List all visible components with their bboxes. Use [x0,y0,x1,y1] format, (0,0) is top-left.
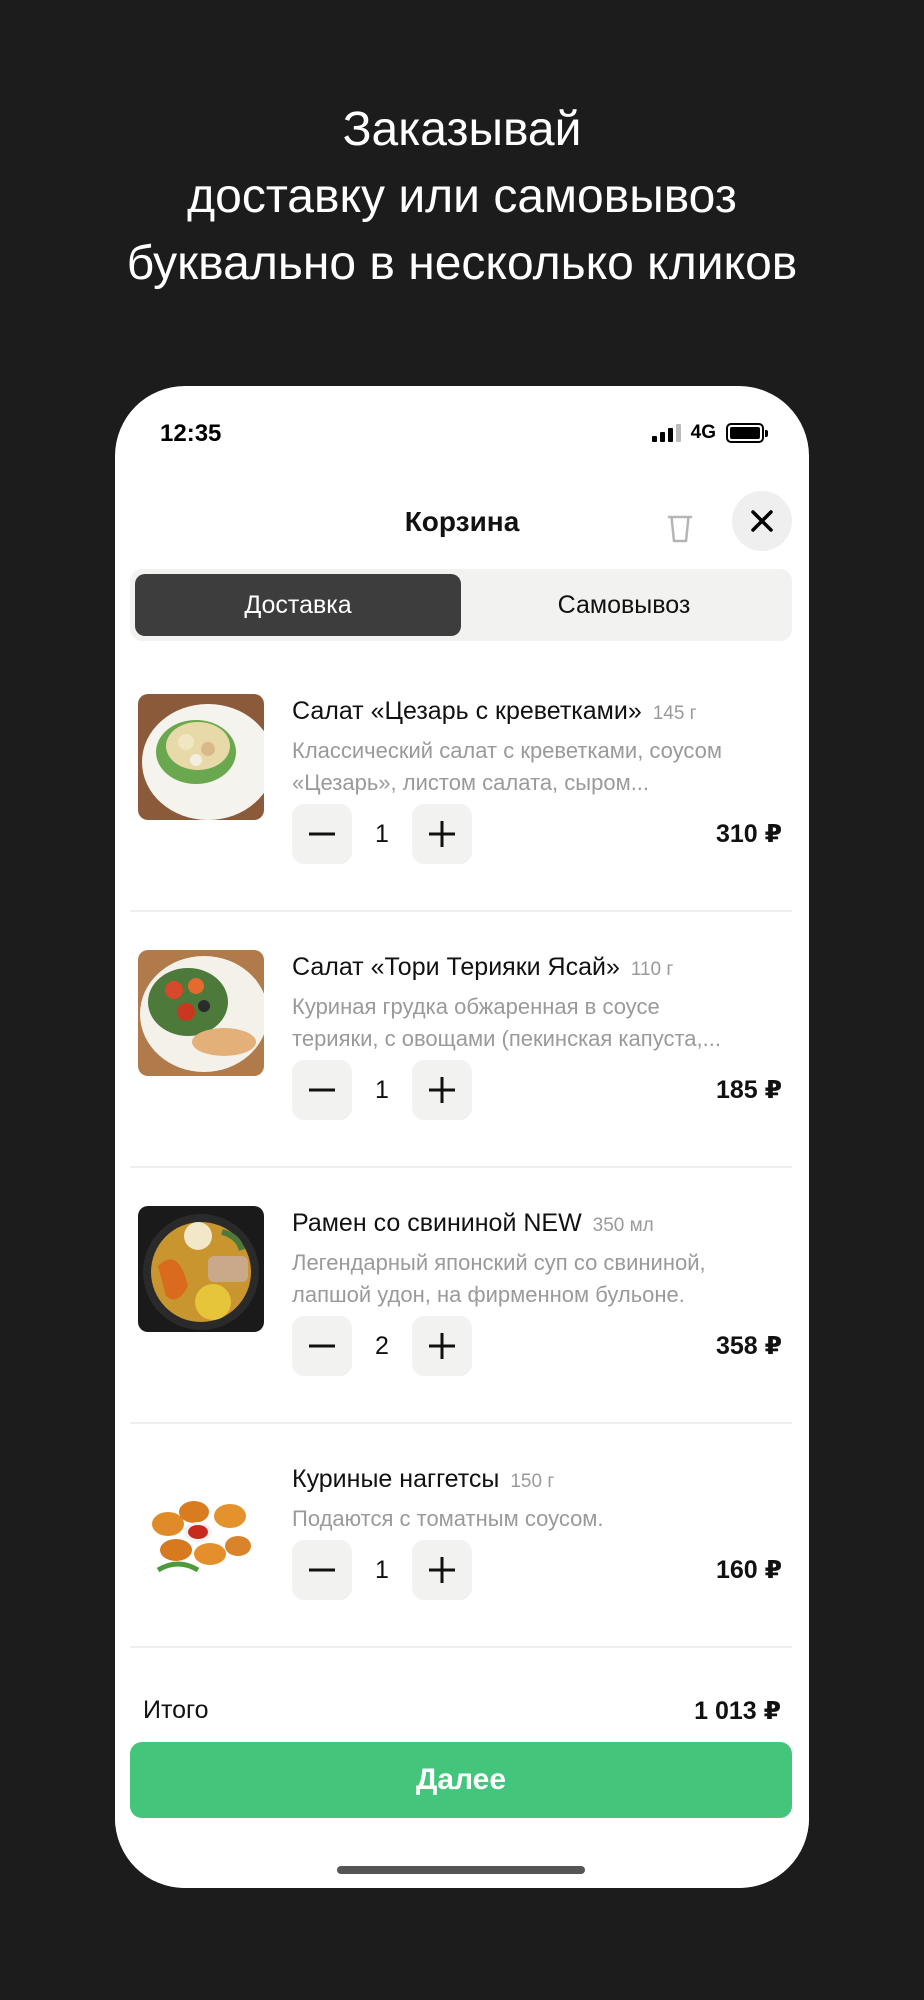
decrease-button[interactable] [292,1316,352,1376]
quantity-stepper: 1 160 ₽ [292,1540,782,1600]
quantity-stepper: 2 358 ₽ [292,1316,782,1376]
item-description-line: «Цезарь», листом салата, сыром... [292,770,650,795]
quantity-value: 2 [375,1331,389,1360]
tab-pickup[interactable]: Самовывоз [461,574,787,636]
item-description: Подаются с томатным соусом. [292,1503,782,1535]
plus-icon [429,1557,455,1583]
item-weight: 145 г [652,703,697,724]
headline-line-2: доставку или самовывоз [187,170,737,223]
decrease-button[interactable] [292,1540,352,1600]
minus-icon [309,1088,335,1092]
plus-icon [429,1077,455,1103]
total-label: Итого [143,1696,209,1724]
item-description: Классический салат с креветками, соусом … [292,735,782,799]
item-title-row: Куриные наггетсы 150 г [292,1462,782,1499]
close-icon [751,510,773,532]
total-row: Итого 1 013 ₽ [143,1696,781,1726]
item-price: 185 ₽ [715,1076,782,1104]
item-weight: 150 г [510,1471,555,1492]
quantity-stepper: 1 185 ₽ [292,1060,782,1120]
item-title: Куриные наггетсы [292,1465,500,1493]
item-title: Салат «Цезарь с креветками» [292,697,642,725]
delivery-mode-switch: Доставка Самовывоз [130,569,792,641]
status-time: 12:35 [160,420,222,447]
item-body: Салат «Тори Терияки Ясай» 110 г Куриная … [292,950,782,1055]
status-bar: 12:35 4G [115,386,809,466]
item-price: 160 ₽ [715,1556,782,1584]
cart-item: Салат «Тори Терияки Ясай» 110 г Куриная … [130,912,792,1168]
item-body: Куриные наггетсы 150 г Подаются с томатн… [292,1462,782,1535]
item-image [138,1462,264,1588]
page-title: Корзина [404,506,520,537]
item-image [138,1206,264,1332]
decrease-button[interactable] [292,804,352,864]
close-button[interactable] [732,491,792,551]
phone-frame: 12:35 4G Корзина Доставка Самовывоз Сала… [115,386,809,1888]
minus-icon [309,832,335,836]
item-title: Салат «Тори Терияки Ясай» [292,953,620,981]
cart-header: Корзина [115,486,809,558]
item-description-line: лапшой удон, на фирменном бульоне. [292,1282,685,1307]
minus-icon [309,1344,335,1348]
status-indicators: 4G [651,422,768,444]
item-description-line: терияки, с овощами (пекинская капуста,..… [292,1026,721,1051]
item-body: Салат «Цезарь с креветками» 145 г Класси… [292,694,782,799]
cart-footer: Итого 1 013 ₽ Далее [115,1676,809,1888]
quantity-value: 1 [375,1075,389,1104]
quantity-stepper: 1 310 ₽ [292,804,782,864]
tab-delivery[interactable]: Доставка [135,574,461,636]
item-description-line: Классический салат с креветками, соусом [292,738,723,763]
increase-button[interactable] [412,1060,472,1120]
item-title: Рамен со свининой NEW [292,1209,582,1237]
item-description-line: Легендарный японский суп со свининой, [292,1250,706,1275]
quantity-value: 1 [375,819,389,848]
cart-item: Рамен со свининой NEW 350 мл Легендарный… [130,1168,792,1424]
signal-icon [651,424,681,442]
item-description-line: Подаются с томатным соусом. [292,1506,604,1531]
increase-button[interactable] [412,1540,472,1600]
next-button[interactable]: Далее [130,1742,792,1818]
item-image [138,694,264,820]
plus-icon [429,1333,455,1359]
increase-button[interactable] [412,804,472,864]
plus-icon [429,821,455,847]
item-title-row: Салат «Цезарь с креветками» 145 г [292,694,782,731]
headline-line-3: буквально в несколько кликов [126,237,798,290]
cart-item: Салат «Цезарь с креветками» 145 г Класси… [130,656,792,912]
item-description: Легендарный японский суп со свининой, ла… [292,1247,782,1311]
home-indicator [337,1866,585,1874]
item-weight: 110 г [630,959,674,980]
item-title-row: Рамен со свининой NEW 350 мл [292,1206,782,1243]
minus-icon [309,1568,335,1572]
item-title-row: Салат «Тори Терияки Ясай» 110 г [292,950,782,987]
item-weight: 350 мл [592,1215,654,1236]
headline: Заказывай доставку или самовывоз букваль… [0,96,924,297]
network-type: 4G [690,422,716,443]
cart-item: Куриные наггетсы 150 г Подаются с томатн… [130,1424,792,1648]
decrease-button[interactable] [292,1060,352,1120]
item-description-line: Куриная грудка обжаренная в соусе [292,994,660,1019]
item-price: 310 ₽ [715,820,782,848]
item-description: Куриная грудка обжаренная в соусе терияк… [292,991,782,1055]
battery-icon [726,423,768,443]
trash-icon[interactable] [660,508,700,548]
cart-list: Салат «Цезарь с креветками» 145 г Класси… [130,656,792,1648]
total-value: 1 013 ₽ [694,1697,781,1725]
item-body: Рамен со свининой NEW 350 мл Легендарный… [292,1206,782,1311]
headline-line-1: Заказывай [342,103,582,156]
item-image [138,950,264,1076]
quantity-value: 1 [375,1555,389,1584]
increase-button[interactable] [412,1316,472,1376]
item-price: 358 ₽ [715,1332,782,1360]
